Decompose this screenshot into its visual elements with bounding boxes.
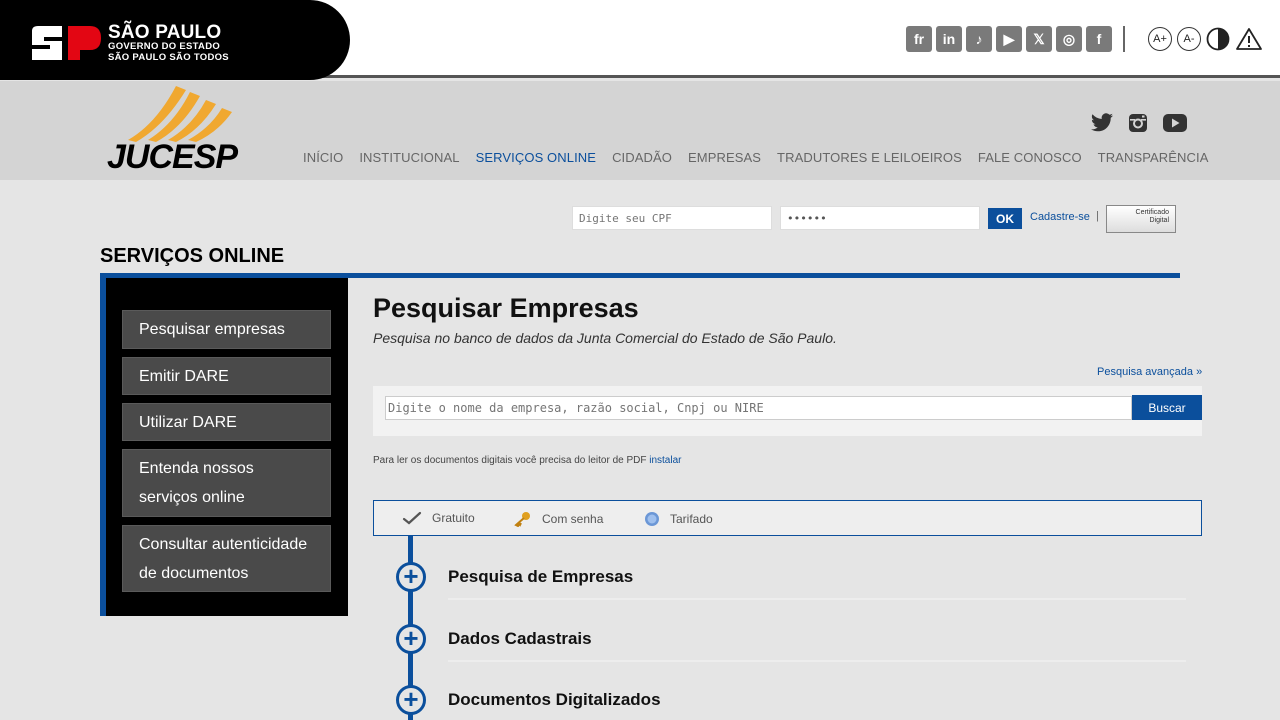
twitter-icon[interactable] xyxy=(1090,113,1114,133)
nav-servicos-online[interactable]: SERVIÇOS ONLINE xyxy=(476,150,596,165)
coin-icon xyxy=(645,512,659,526)
legend-label: Tarifado xyxy=(670,512,713,526)
cpf-input[interactable] xyxy=(572,206,772,230)
checkmark-icon xyxy=(402,511,422,525)
sidebar-item-utilizar-dare[interactable]: Utilizar DARE xyxy=(122,403,331,441)
font-decrease-icon[interactable]: A- xyxy=(1177,27,1201,51)
contrast-icon[interactable] xyxy=(1206,27,1230,51)
nav-cidadao[interactable]: CIDADÃO xyxy=(612,150,672,165)
warning-icon[interactable] xyxy=(1235,27,1263,51)
linkedin-icon[interactable]: in xyxy=(936,26,962,52)
flickr-icon[interactable]: fr xyxy=(906,26,932,52)
key-icon xyxy=(514,512,530,527)
legend-label: Com senha xyxy=(542,512,604,526)
nav-institucional[interactable]: INSTITUCIONAL xyxy=(359,150,459,165)
facebook-icon[interactable]: f xyxy=(1086,26,1112,52)
government-logo[interactable]: SÃO PAULO GOVERNO DO ESTADO SÃO PAULO SÃ… xyxy=(0,0,350,80)
search-button[interactable]: Buscar xyxy=(1132,395,1202,420)
instagram-icon[interactable]: ◎ xyxy=(1056,26,1082,52)
expand-plus-icon[interactable]: + xyxy=(396,685,426,715)
expand-plus-icon[interactable]: + xyxy=(396,624,426,654)
nav-tradutores-e-leiloeiros[interactable]: TRADUTORES E LEILOEIROS xyxy=(777,150,962,165)
section-dados-cadastrais[interactable]: + Dados Cadastrais xyxy=(396,624,1186,664)
instagram-icon[interactable] xyxy=(1128,113,1148,133)
toolbar-divider xyxy=(1123,26,1125,52)
nav-inicio[interactable]: INÍCIO xyxy=(303,150,343,165)
section-label: Documentos Digitalizados xyxy=(448,690,661,709)
legend-label: Gratuito xyxy=(432,511,475,525)
section-subtitle: Pesquisa no banco de dados da Junta Come… xyxy=(373,330,837,346)
section-title: Pesquisar Empresas xyxy=(373,293,639,323)
advanced-search-link[interactable]: Pesquisa avançada » xyxy=(1097,366,1202,378)
gov-social-links: fr in ♪ ▶ 𝕏 ◎ f xyxy=(906,26,1112,52)
pdf-reader-note: Para ler os documentos digitais você pre… xyxy=(373,455,682,466)
company-search-input[interactable] xyxy=(385,396,1132,420)
legend-free: Gratuito xyxy=(402,511,475,525)
nav-empresas[interactable]: EMPRESAS xyxy=(688,150,761,165)
sidebar-item-pesquisar-empresas[interactable]: Pesquisar empresas xyxy=(122,310,331,349)
gov-slogan: SÃO PAULO SÃO TODOS xyxy=(108,52,229,63)
pricing-legend: Gratuito Com senha Tarifado xyxy=(373,500,1202,536)
nav-transparencia[interactable]: TRANSPARÊNCIA xyxy=(1098,150,1209,165)
section-label: Pesquisa de Empresas xyxy=(448,567,634,586)
nav-fale-conosco[interactable]: FALE CONOSCO xyxy=(978,150,1082,165)
register-link[interactable]: Cadastre-se xyxy=(1030,211,1090,223)
sidebar-item-label: Consultar autenticidade de documentos xyxy=(139,535,308,582)
youtube-icon[interactable]: ▶ xyxy=(996,26,1022,52)
tiktok-icon[interactable]: ♪ xyxy=(966,26,992,52)
sidebar-item-label: Entenda nossos serviços online xyxy=(139,460,254,506)
jucesp-social-links xyxy=(1090,113,1188,133)
digital-certificate-button[interactable]: Certificado Digital xyxy=(1106,205,1176,233)
expand-plus-icon[interactable]: + xyxy=(396,562,426,592)
password-input[interactable] xyxy=(780,206,980,230)
page-title: SERVIÇOS ONLINE xyxy=(100,245,285,267)
main-navigation: INÍCIO INSTITUCIONAL SERVIÇOS ONLINE CID… xyxy=(303,150,1209,165)
sidebar-item-entenda-servicos[interactable]: Entenda nossos serviços online xyxy=(122,449,331,517)
sidebar-item-label: Pesquisar empresas xyxy=(139,321,285,338)
legend-paid: Tarifado xyxy=(644,511,713,527)
install-pdf-link[interactable]: instalar xyxy=(649,455,681,466)
sp-logo-icon xyxy=(32,26,101,60)
jucesp-logo-rays-icon[interactable] xyxy=(126,84,236,144)
sidebar-item-emitir-dare[interactable]: Emitir DARE xyxy=(122,357,331,395)
section-divider xyxy=(448,660,1186,662)
certificate-label-2: Digital xyxy=(1149,217,1169,224)
legend-password: Com senha xyxy=(514,511,603,527)
login-separator: | xyxy=(1096,210,1099,222)
sidebar-item-label: Utilizar DARE xyxy=(139,413,237,431)
certificate-label: Certificado xyxy=(1135,209,1169,216)
login-ok-button[interactable]: OK xyxy=(988,208,1022,229)
gov-title: SÃO PAULO xyxy=(108,22,222,43)
font-increase-icon[interactable]: A+ xyxy=(1148,27,1172,51)
section-label: Dados Cadastrais xyxy=(448,629,592,648)
section-divider xyxy=(448,598,1186,600)
gov-subtitle: GOVERNO DO ESTADO xyxy=(108,41,221,52)
sidebar-item-consultar-autenticidade[interactable]: Consultar autenticidade de documentos xyxy=(122,525,331,592)
section-documentos-digitalizados[interactable]: + Documentos Digitalizados xyxy=(396,685,1186,720)
jucesp-logo[interactable]: JUCESP xyxy=(107,138,238,177)
youtube-icon[interactable] xyxy=(1162,113,1188,133)
x-icon[interactable]: 𝕏 xyxy=(1026,26,1052,52)
sidebar-item-label: Emitir DARE xyxy=(139,367,229,385)
pdf-note-text: Para ler os documentos digitais você pre… xyxy=(373,455,647,466)
government-wordmark: SÃO PAULO GOVERNO DO ESTADO SÃO PAULO SÃ… xyxy=(108,22,229,63)
accessibility-tools: A+ A- xyxy=(1148,27,1263,51)
section-pesquisa-de-empresas[interactable]: + Pesquisa de Empresas xyxy=(396,562,1186,602)
